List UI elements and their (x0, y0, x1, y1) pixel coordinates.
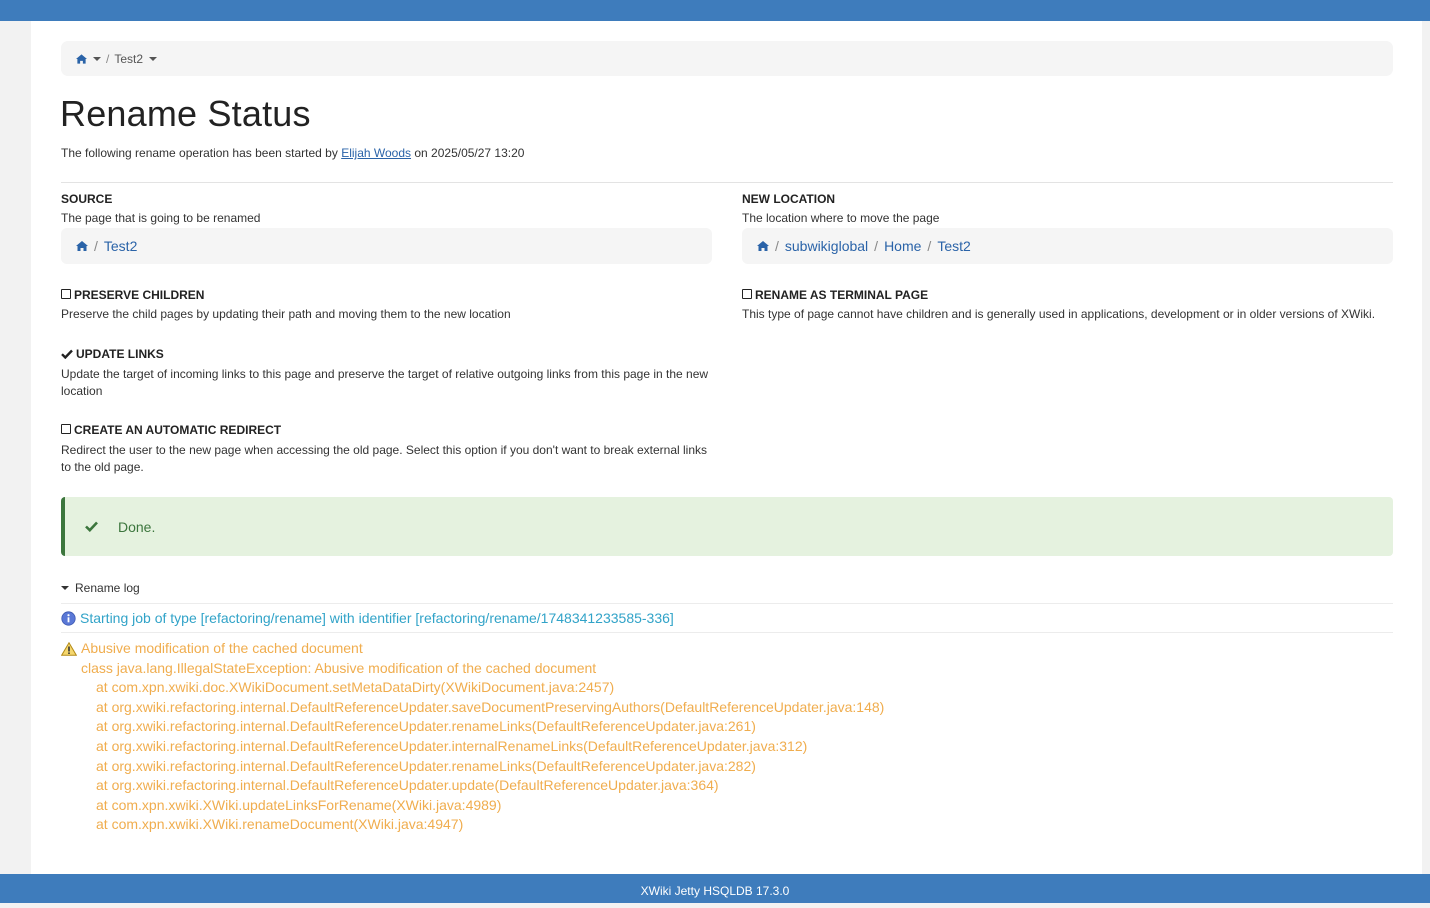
page-title: Rename Status (60, 93, 311, 134)
breadcrumb-separator: / (106, 51, 110, 66)
new-location-path-link[interactable]: Test2 (937, 238, 970, 254)
auto-redirect-title: CREATE AN AUTOMATIC REDIRECT (74, 423, 282, 437)
rename-log-toggle[interactable]: Rename log (61, 581, 140, 595)
auto-redirect-option: CREATE AN AUTOMATIC REDIRECT (61, 423, 281, 437)
log-warning-header: Abusive modification of the cached docum… (61, 639, 884, 659)
user-link[interactable]: Elijah Woods (341, 146, 411, 160)
divider (61, 632, 1393, 633)
stack-frame: at org.xwiki.refactoring.internal.Defaul… (96, 718, 756, 735)
divider (61, 182, 1393, 183)
stack-frame: at com.xpn.xwiki.doc.XWikiDocument.setMe… (96, 679, 615, 696)
log-warning-text: Abusive modification of the cached docum… (81, 640, 363, 656)
terminal-page-description: This type of page cannot have children a… (742, 307, 1376, 321)
terminal-page-option: RENAME AS TERMINAL PAGE (742, 288, 928, 302)
divider (61, 603, 1393, 604)
stack-frame: at com.xpn.xwiki.XWiki.renameDocument(XW… (96, 816, 464, 833)
new-location-path: / subwikiglobal / Home / Test2 (742, 228, 1393, 264)
stack-frame: at org.xwiki.refactoring.internal.Defaul… (96, 777, 719, 794)
unchecked-box-icon (61, 424, 71, 434)
rename-log-label: Rename log (75, 581, 140, 595)
log-warning-entry: Abusive modification of the cached docum… (61, 639, 884, 835)
log-exception: class java.lang.IllegalStateException: A… (81, 659, 597, 676)
path-separator: / (94, 238, 98, 254)
preserve-children-description: Preserve the child pages by updating the… (61, 307, 511, 321)
path-separator: / (874, 238, 879, 254)
home-icon[interactable] (757, 241, 769, 251)
status-success-box: Done. (61, 497, 1393, 556)
new-location-path-link[interactable]: Home (884, 238, 921, 254)
caret-down-icon (61, 586, 69, 590)
stack-frame: at org.xwiki.refactoring.internal.Defaul… (96, 698, 885, 715)
auto-redirect-description: Redirect the user to the new page when a… (61, 443, 708, 474)
started-suffix: on 2025/05/27 13:20 (414, 146, 525, 160)
log-info-text: Starting job of type [refactoring/rename… (80, 610, 674, 626)
update-links-option: UPDATE LINKS (61, 347, 164, 361)
footer-text: XWiki Jetty HSQLDB 17.3.0 (640, 884, 790, 898)
check-icon (61, 349, 73, 359)
unchecked-box-icon (742, 289, 752, 299)
stack-frame: at org.xwiki.refactoring.internal.Defaul… (96, 737, 808, 754)
top-bar (0, 0, 1430, 21)
preserve-children-option: PRESERVE CHILDREN (61, 288, 204, 302)
check-icon (85, 521, 98, 532)
chevron-down-icon[interactable] (93, 56, 101, 61)
preserve-children-title: PRESERVE CHILDREN (74, 288, 205, 302)
source-path-link[interactable]: Test2 (104, 238, 137, 254)
update-links-title: UPDATE LINKS (76, 347, 164, 361)
source-title: SOURCE (61, 192, 113, 206)
stack-frame: at com.xpn.xwiki.XWiki.updateLinksForRen… (96, 796, 502, 813)
path-separator: / (775, 238, 779, 254)
status-message: Done. (118, 518, 156, 535)
info-icon (61, 610, 76, 626)
path-separator: / (927, 238, 932, 254)
breadcrumb: / Test2 (61, 41, 1393, 76)
unchecked-box-icon (61, 289, 71, 299)
update-links-description: Update the target of incoming links to t… (61, 367, 709, 398)
source-description: The page that is going to be renamed (61, 211, 261, 225)
breadcrumb-current[interactable]: Test2 (114, 52, 143, 66)
started-info: The following rename operation has been … (61, 146, 524, 160)
log-info-entry: Starting job of type [refactoring/rename… (61, 610, 674, 626)
warning-icon (61, 641, 77, 656)
footer: XWiki Jetty HSQLDB 17.3.0 (0, 874, 1430, 903)
source-path: / Test2 (61, 228, 712, 264)
terminal-page-title: RENAME AS TERMINAL PAGE (755, 288, 929, 302)
started-prefix: The following rename operation has been … (61, 146, 338, 160)
chevron-down-icon[interactable] (149, 56, 158, 61)
new-location-description: The location where to move the page (742, 211, 940, 225)
new-location-title: NEW LOCATION (742, 192, 836, 206)
home-icon[interactable] (76, 53, 87, 64)
new-location-path-link[interactable]: subwikiglobal (785, 238, 868, 254)
stack-frame: at org.xwiki.refactoring.internal.Defaul… (96, 757, 756, 774)
main-content: / Test2 Rename Status The following rena… (31, 21, 1422, 874)
home-icon[interactable] (76, 241, 88, 251)
